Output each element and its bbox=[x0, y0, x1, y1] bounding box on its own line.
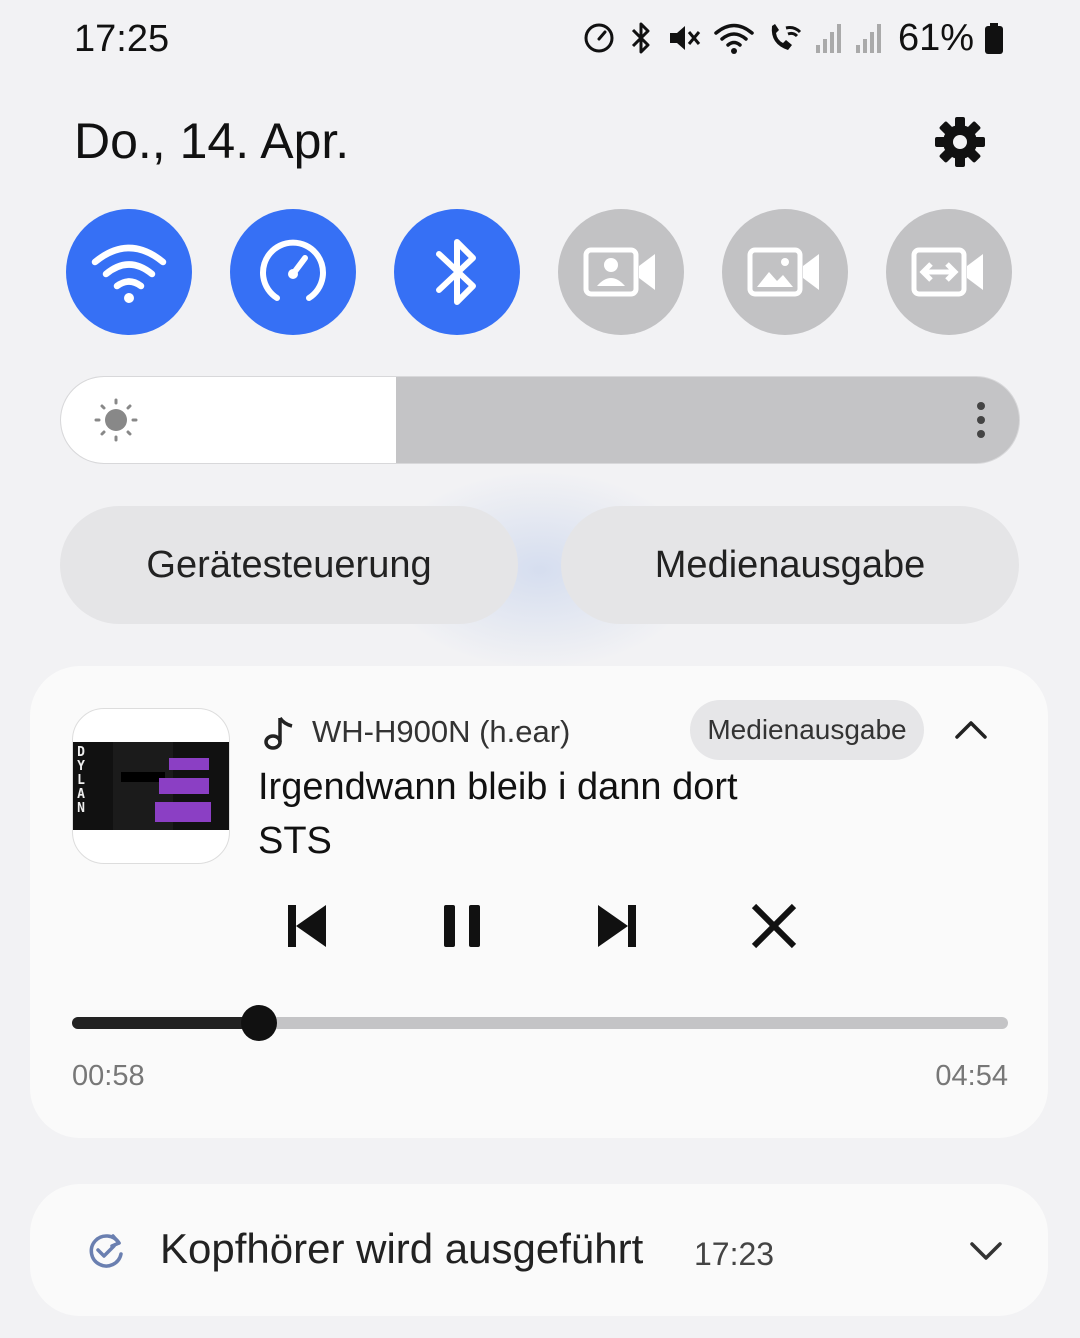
music-note-icon bbox=[264, 716, 293, 750]
toggle-wifi[interactable] bbox=[66, 209, 192, 335]
signal-icon bbox=[815, 24, 841, 53]
next-button[interactable] bbox=[590, 898, 646, 954]
bluetooth-icon bbox=[436, 239, 476, 305]
seek-bar-progress bbox=[72, 1017, 260, 1029]
skip-next-icon bbox=[598, 905, 636, 947]
close-button[interactable] bbox=[746, 898, 802, 954]
toggle-speedometer[interactable] bbox=[230, 209, 356, 335]
album-art-image: DYLAN bbox=[73, 742, 229, 830]
status-time: 17:25 bbox=[74, 18, 170, 60]
bluetooth-icon bbox=[631, 22, 650, 54]
video-portrait-icon bbox=[583, 247, 655, 297]
media-output-button[interactable]: Medienausgabe bbox=[561, 506, 1019, 624]
seek-bar[interactable] bbox=[72, 1005, 1008, 1041]
mute-icon bbox=[669, 26, 701, 50]
album-art-lettering bbox=[155, 758, 211, 822]
device-control-button[interactable]: Gerätesteuerung bbox=[60, 506, 518, 624]
settings-button[interactable] bbox=[932, 114, 988, 170]
output-device[interactable]: WH-H900N (h.ear) bbox=[262, 708, 570, 756]
date-label: Do., 14. Apr. bbox=[74, 113, 350, 169]
toggle-video-autoframing[interactable] bbox=[886, 209, 1012, 335]
speedometer-icon bbox=[260, 239, 326, 301]
album-art[interactable]: DYLAN bbox=[72, 708, 230, 864]
sun-icon bbox=[88, 398, 144, 442]
seek-bar-thumb[interactable] bbox=[241, 1005, 278, 1041]
pause-icon bbox=[444, 905, 480, 947]
video-background-icon bbox=[747, 247, 819, 297]
total-time: 04:54 bbox=[935, 1060, 1008, 1092]
collapse-button[interactable] bbox=[950, 712, 992, 746]
speedometer-icon bbox=[584, 23, 614, 53]
brightness-slider[interactable] bbox=[60, 376, 1020, 464]
chevron-up-icon bbox=[955, 721, 987, 739]
check-refresh-icon bbox=[86, 1230, 126, 1270]
video-autoframing-icon bbox=[911, 247, 983, 297]
gear-icon bbox=[935, 117, 985, 167]
wifi-icon bbox=[714, 23, 754, 54]
album-art-text: DYLAN bbox=[77, 745, 85, 816]
wifi-call-icon bbox=[771, 24, 801, 50]
expand-button[interactable] bbox=[966, 1236, 1006, 1264]
media-output-badge[interactable]: Medienausgabe bbox=[690, 700, 924, 760]
track-title: Irgendwann bleib i dann dort bbox=[258, 766, 738, 808]
track-artist: STS bbox=[258, 820, 332, 862]
more-vertical-icon[interactable] bbox=[966, 398, 996, 442]
wifi-icon bbox=[91, 244, 167, 303]
close-icon bbox=[751, 903, 797, 949]
toggle-bluetooth[interactable] bbox=[394, 209, 520, 335]
toggle-video-background[interactable] bbox=[722, 209, 848, 335]
elapsed-time: 00:58 bbox=[72, 1060, 145, 1092]
status-icons: 61% bbox=[582, 14, 1004, 62]
previous-button[interactable] bbox=[278, 898, 334, 954]
battery-percent: 61% bbox=[897, 16, 974, 59]
signal-icon bbox=[855, 24, 881, 53]
device-name: WH-H900N (h.ear) bbox=[312, 714, 571, 749]
notification-text: Kopfhörer wird ausgeführt bbox=[160, 1225, 644, 1272]
skip-previous-icon bbox=[288, 905, 326, 947]
toggle-video-portrait[interactable] bbox=[558, 209, 684, 335]
notification-time: 17:23 bbox=[694, 1236, 775, 1272]
pause-button[interactable] bbox=[434, 898, 490, 954]
battery-icon bbox=[985, 23, 1003, 54]
chevron-down-icon bbox=[970, 1242, 1002, 1260]
